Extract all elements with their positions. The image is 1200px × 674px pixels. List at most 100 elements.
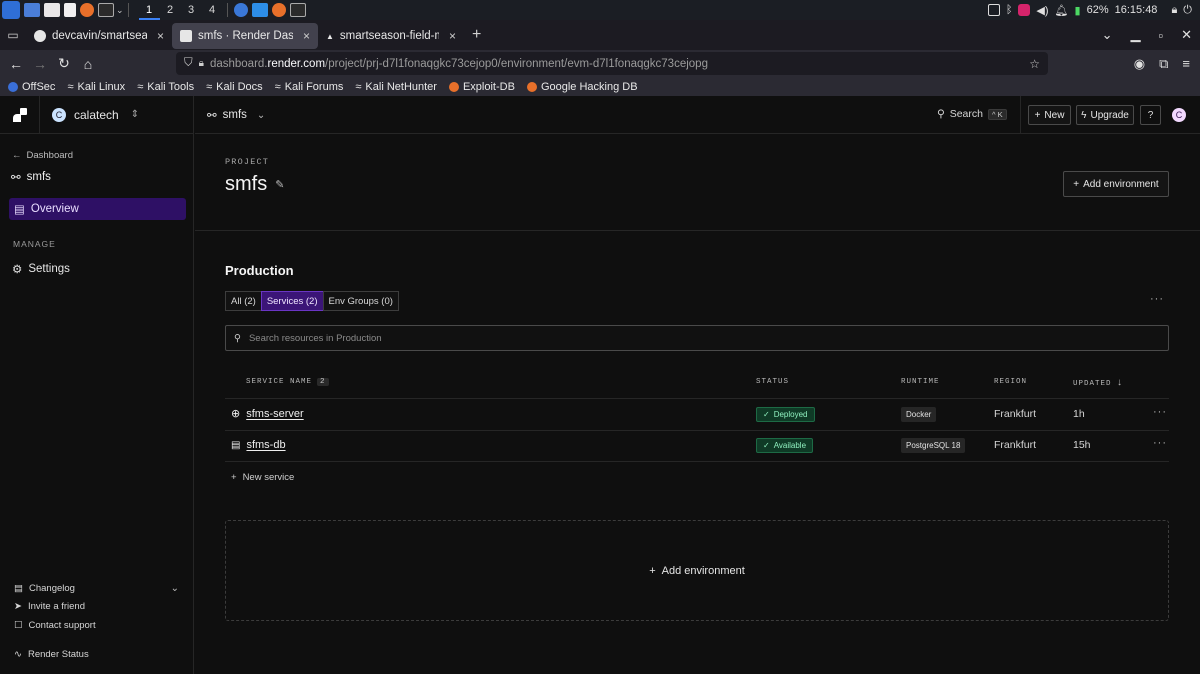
extensions-icon[interactable]: ⧉ xyxy=(1159,56,1168,72)
minimize-icon[interactable]: ▁ xyxy=(1130,27,1140,43)
workspace-2[interactable]: 2 xyxy=(160,0,181,20)
render-logo[interactable] xyxy=(0,95,40,134)
render-status-link[interactable]: ∿ Render Status xyxy=(14,649,89,660)
text-editor-icon[interactable] xyxy=(64,3,76,17)
resource-filters: All (2) Services (2) Env Groups (0) xyxy=(225,291,399,311)
col-runtime[interactable]: RUNTIME xyxy=(901,378,940,386)
shield-icon[interactable]: ⛉ xyxy=(184,57,193,70)
tab-render-dashboard[interactable]: smfs · Render Dashboa × xyxy=(172,23,318,49)
project-switcher[interactable]: ⚯ smfs ⌄ xyxy=(207,108,265,122)
sidebar-project[interactable]: ⚯ smfs xyxy=(11,170,51,184)
search-resources-input[interactable]: ⚲ Search resources in Production xyxy=(225,325,1169,351)
user-avatar[interactable]: C xyxy=(1172,108,1186,122)
new-service-label: New service xyxy=(242,472,295,483)
file-manager-icon[interactable] xyxy=(44,3,60,17)
bookmark-offsec[interactable]: OffSec xyxy=(8,81,55,93)
chevron-down-icon[interactable]: ⌄ xyxy=(116,5,124,16)
row-more-icon[interactable]: ··· xyxy=(1153,437,1167,449)
terminal-window-icon[interactable] xyxy=(289,3,306,17)
region-cell: Frankfurt xyxy=(994,408,1037,420)
lock-icon[interactable]: 🔒︎ xyxy=(1171,4,1177,17)
chevron-down-icon[interactable]: ⌄ xyxy=(171,583,179,594)
kali-menu-icon[interactable] xyxy=(2,1,20,19)
lock-icon[interactable]: 🔒︎ xyxy=(199,58,204,69)
help-icon[interactable]: ? xyxy=(1140,105,1161,125)
pencil-icon[interactable]: ✎ xyxy=(275,178,284,191)
workspace-4[interactable]: 4 xyxy=(202,0,223,20)
tab-overflow-chevron-icon[interactable]: ⌄ xyxy=(1102,27,1113,43)
service-name-link[interactable]: sfms-db xyxy=(246,439,285,451)
firefox-icon[interactable] xyxy=(80,3,94,17)
new-tab-button[interactable]: + xyxy=(464,26,489,44)
workspace-3[interactable]: 3 xyxy=(181,0,202,20)
power-icon[interactable]: ⏻ xyxy=(1183,4,1192,17)
tab-smartseason[interactable]: ▲ smartseason-field-monit × xyxy=(318,23,464,49)
desktop-icon[interactable] xyxy=(24,3,40,17)
tab-github[interactable]: devcavin/smartseason-fi × xyxy=(26,23,172,49)
sidebar-item-settings[interactable]: ⚙ Settings xyxy=(12,262,70,276)
add-env-label: Add environment xyxy=(1083,178,1159,190)
table-row[interactable]: ⊕ sfms-server xyxy=(231,407,304,421)
status-text: Deployed xyxy=(773,410,808,419)
volume-icon[interactable]: ◀) xyxy=(1036,4,1048,17)
changelog-link[interactable]: ▤ Changelog xyxy=(14,583,75,594)
vscode-window-icon[interactable] xyxy=(251,3,268,17)
terminal-icon[interactable] xyxy=(98,3,114,17)
new-button[interactable]: + New xyxy=(1028,105,1071,125)
col-service-name[interactable]: SERVICE NAME 2 xyxy=(246,378,329,386)
close-tab-icon[interactable]: × xyxy=(157,29,164,43)
col-region[interactable]: REGION xyxy=(994,378,1027,386)
filter-env-groups[interactable]: Env Groups (0) xyxy=(322,291,399,311)
search-button[interactable]: ⚲ Search ^ K xyxy=(937,108,1007,120)
back-icon[interactable]: ← xyxy=(4,56,28,72)
manage-heading: MANAGE xyxy=(13,239,56,249)
bookmark-kali-nethunter[interactable]: ≈ Kali NetHunter xyxy=(355,81,437,93)
close-tab-icon[interactable]: × xyxy=(303,29,310,43)
filter-all[interactable]: All (2) xyxy=(225,291,262,311)
window-icon[interactable] xyxy=(987,4,1000,16)
sidebar-item-overview[interactable]: ▤ Overview xyxy=(9,198,186,220)
close-window-icon[interactable]: ✕ xyxy=(1181,27,1192,43)
app-tray-icon[interactable] xyxy=(1018,4,1031,16)
bookmark-kali-tools[interactable]: ≈ Kali Tools xyxy=(137,81,194,93)
new-service-button[interactable]: + New service xyxy=(231,472,294,483)
tab-list-icon[interactable]: ▭ xyxy=(0,28,26,42)
upgrade-button[interactable]: ϟ Upgrade xyxy=(1076,105,1134,125)
workspace-1[interactable]: 1 xyxy=(138,0,160,20)
bookmark-kali-docs[interactable]: ≈ Kali Docs xyxy=(206,81,263,93)
bookmark-star-icon[interactable]: ☆ xyxy=(1029,57,1040,71)
bookmarks-bar: OffSec ≈ Kali Linux ≈ Kali Tools ≈ Kali Doc… xyxy=(0,77,1200,96)
bluetooth-icon[interactable]: ᛒ xyxy=(1006,4,1013,16)
filter-services[interactable]: Services (2) xyxy=(260,291,324,311)
service-name-link[interactable]: sfms-server xyxy=(246,408,303,420)
table-row[interactable]: ▤ sfms-db xyxy=(231,439,286,451)
add-environment-button[interactable]: + Add environment xyxy=(1063,171,1169,197)
close-tab-icon[interactable]: × xyxy=(449,29,456,43)
bookmark-kali-forums[interactable]: ≈ Kali Forums xyxy=(275,81,344,93)
address-bar[interactable]: ⛉ 🔒︎ dashboard.render.com/project/prj-d7… xyxy=(176,52,1048,75)
more-options-icon[interactable]: ··· xyxy=(1150,293,1164,305)
workspace-switcher[interactable]: C calatech ⇕ xyxy=(40,107,139,122)
add-environment-dropzone[interactable]: + Add environment xyxy=(225,520,1169,621)
back-to-dashboard-link[interactable]: ← Dashboard xyxy=(12,150,73,161)
firefox-window-icon[interactable] xyxy=(271,3,286,17)
account-icon[interactable]: ◉ xyxy=(1134,56,1145,72)
menu-icon[interactable]: ≡ xyxy=(1182,56,1190,71)
row-more-icon[interactable]: ··· xyxy=(1153,406,1167,418)
status-badge: ✓ Deployed xyxy=(756,407,815,422)
kali-dragon-icon: ≈ xyxy=(206,80,213,93)
home-icon[interactable]: ⌂ xyxy=(76,56,100,72)
bell-icon[interactable]: 🔔︎ xyxy=(1055,4,1069,17)
maximize-icon[interactable]: ▫ xyxy=(1158,28,1163,43)
bookmark-exploit-db[interactable]: Exploit-DB xyxy=(448,81,515,93)
chrome-window-icon[interactable] xyxy=(233,3,248,17)
forward-icon[interactable]: → xyxy=(28,56,52,72)
reload-icon[interactable]: ↻ xyxy=(52,55,76,72)
col-status[interactable]: STATUS xyxy=(756,378,789,386)
bookmark-label: Google Hacking DB xyxy=(540,80,638,93)
col-updated[interactable]: UPDATED ↓ xyxy=(1073,378,1124,389)
bookmark-google-hacking-db[interactable]: Google Hacking DB xyxy=(526,80,638,93)
contact-support-link[interactable]: ☐ Contact support xyxy=(14,620,96,631)
bookmark-kali-linux[interactable]: ≈ Kali Linux xyxy=(67,81,125,93)
invite-friend-link[interactable]: ➤ Invite a friend xyxy=(14,601,85,612)
